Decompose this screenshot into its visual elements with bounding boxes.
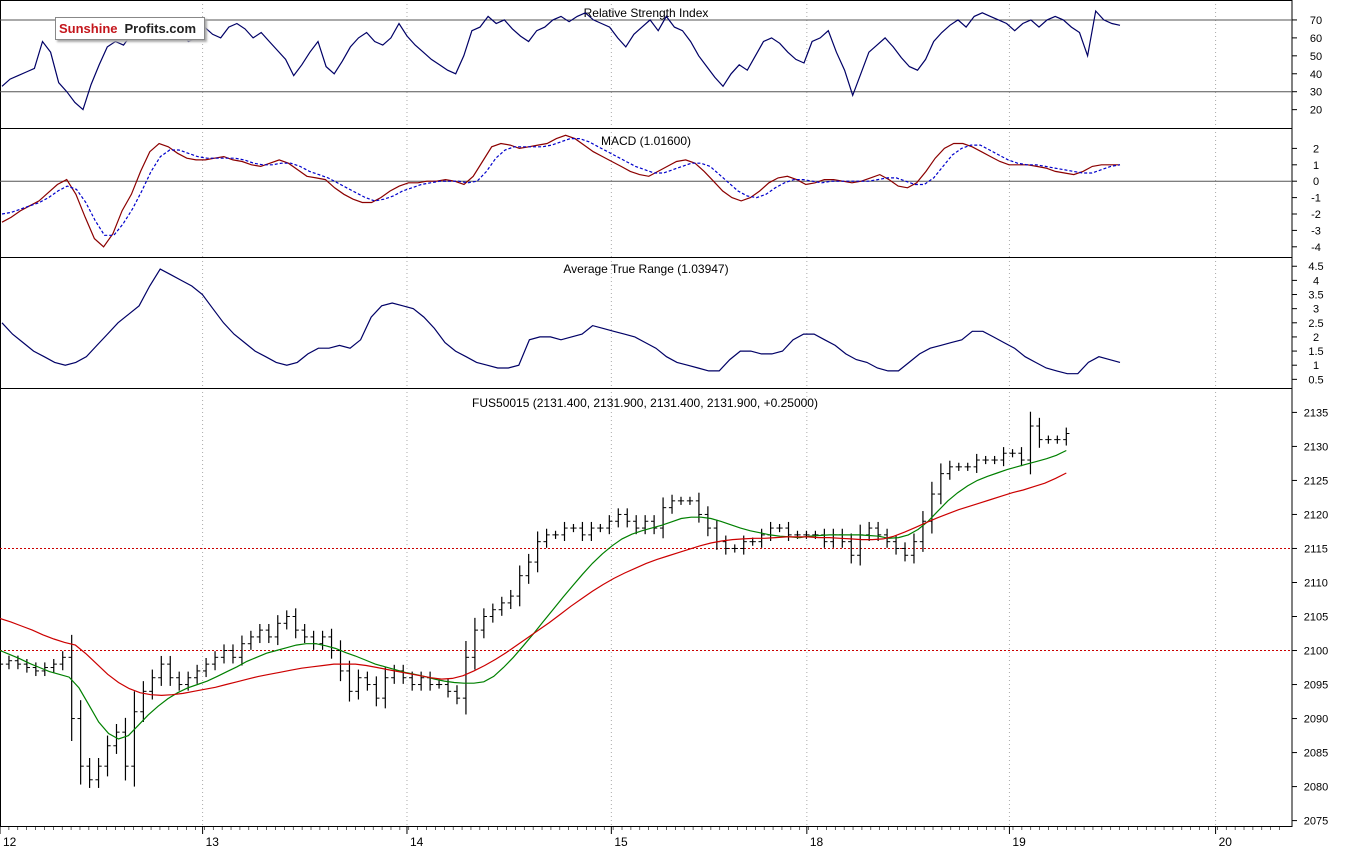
atr-panel: 4.5 4 3.5 3 2.5 2 1.5 1 0.5 Average True Range (1… [0, 257, 1324, 389]
rsi-title: Relative Strength Index [584, 6, 709, 20]
y-tick-label: -2 [1311, 209, 1321, 221]
x-tick-label: 12 [3, 835, 17, 849]
y-tick-label: 2085 [1304, 748, 1328, 760]
y-tick-label: 2.5 [1308, 318, 1323, 330]
y-tick-label: 1.5 [1308, 346, 1323, 358]
y-tick-label: 2075 [1304, 816, 1328, 828]
price-title: FUS50015 (2131.400, 2131.900, 2131.400, … [472, 396, 818, 410]
x-tick-label: 20 [1219, 835, 1233, 849]
macd-series-line-1 [1, 134, 1120, 248]
y-tick-label: 2 [1313, 143, 1319, 155]
y-tick-label: 2120 [1304, 509, 1328, 521]
macd-series-line-2 [1, 138, 1121, 236]
chart-root: 70 60 50 40 30 20 Relative Strength Index 2 1 0 -1… [0, 0, 1348, 850]
y-tick-label: 2100 [1304, 646, 1328, 658]
y-tick-label: 60 [1310, 33, 1322, 45]
x-tick-label: 15 [614, 835, 628, 849]
y-tick-label: 4 [1313, 275, 1319, 287]
x-tick-label: 19 [1012, 835, 1026, 849]
logo-part-2: Profits.com [120, 18, 205, 39]
y-tick-label: 2125 [1304, 475, 1328, 487]
macd-panel: 2 1 0 -1 -2 -3 -4 MACD (1.01600) [0, 128, 1321, 258]
x-tick-label: 18 [810, 835, 824, 849]
y-tick-label: 2130 [1304, 441, 1328, 453]
y-tick-label: 2 [1313, 332, 1319, 344]
y-tick-label: 30 [1310, 87, 1322, 99]
y-tick-label: 2135 [1304, 407, 1328, 419]
x-tick-label: 13 [206, 835, 220, 849]
macd-title: MACD (1.01600) [601, 134, 691, 148]
sunshine-profits-logo: Sunshine Profits.com [55, 17, 206, 40]
y-tick-label: 3.5 [1308, 290, 1323, 302]
y-tick-label: 0.5 [1308, 374, 1323, 386]
y-tick-label: 50 [1310, 51, 1322, 63]
y-tick-label: 40 [1310, 69, 1322, 81]
price-frame [0, 388, 1293, 827]
chart-canvas: 70 60 50 40 30 20 Relative Strength Index 2 1 0 -1… [0, 0, 1328, 849]
atr-series-line-1 [1, 268, 1121, 375]
moving-average-red [0, 472, 1067, 697]
y-tick-label: 2080 [1304, 782, 1328, 794]
y-tick-label: 2110 [1304, 577, 1328, 589]
atr-title: Average True Range (1.03947) [563, 262, 728, 276]
price-panel: 2135 2130 2125 2120 2115 2110 2105 2100 2095 2090… [0, 388, 1328, 849]
y-tick-label: 2090 [1304, 714, 1328, 726]
y-tick-label: 70 [1310, 15, 1322, 27]
y-tick-label: 2115 [1304, 543, 1328, 555]
y-tick-label: 2095 [1304, 680, 1328, 692]
y-tick-label: 3 [1313, 304, 1319, 316]
y-tick-label: 4.5 [1308, 261, 1323, 273]
y-tick-label: 20 [1310, 105, 1322, 117]
atr-frame [0, 257, 1293, 389]
y-tick-label: 1 [1313, 360, 1319, 372]
y-tick-label: -3 [1311, 225, 1321, 237]
y-tick-label: -4 [1311, 242, 1321, 254]
x-tick-label: 14 [410, 835, 424, 849]
y-tick-label: 1 [1313, 160, 1319, 172]
logo-part-1: Sunshine [56, 18, 121, 39]
y-tick-label: 2105 [1304, 612, 1328, 624]
y-tick-label: -1 [1311, 193, 1321, 205]
y-tick-label: 0 [1313, 176, 1319, 188]
